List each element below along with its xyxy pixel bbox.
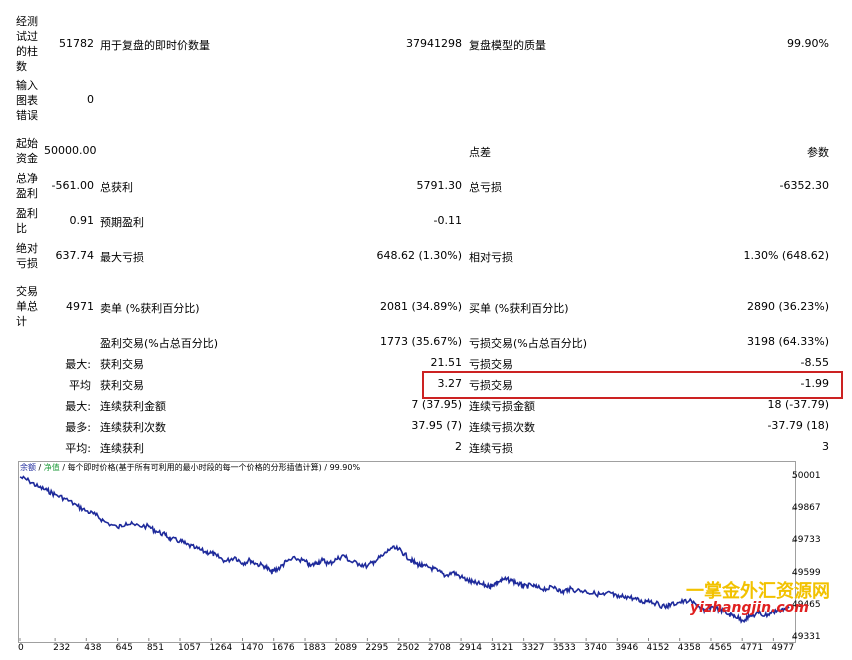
x-tick-label: 1883: [303, 643, 326, 653]
label-max-consecutive-wins-amount: 连续获利金额: [100, 400, 166, 413]
label-largest-profit-trade: 获利交易: [100, 358, 144, 371]
chart-svg: [19, 475, 796, 641]
y-tick-label: 49733: [792, 535, 821, 546]
x-tick-label: 1470: [240, 643, 264, 653]
label-avg-consecutive-losses: 连续亏损: [469, 442, 513, 455]
prefix-avg: 平均:: [65, 442, 91, 455]
legend-description: / 每个即时价格(基于所有可利用的最小时段的每一个价格的分形插值计算) / 99…: [59, 463, 361, 472]
prefix-largest: 最大:: [65, 358, 91, 371]
value-max-consecutive-wins-amount: 7 (37.95): [411, 398, 462, 411]
x-tick-label: 4565: [709, 643, 732, 653]
x-tick-label: 232: [53, 643, 71, 653]
value-gross-loss: -6352.30: [779, 179, 829, 192]
label-modelling-quality: 复盘模型的质量: [469, 39, 546, 52]
label-initial-deposit: 起始资金: [16, 137, 38, 165]
value-avg-consecutive-losses: 3: [822, 440, 829, 453]
x-tick-label: 2502: [396, 643, 420, 653]
label-long-positions: 买单 (%获利百分比): [469, 302, 569, 315]
value-expected-payoff: -0.11: [433, 214, 462, 227]
label-loss-trades: 亏损交易(%占总百分比): [469, 337, 588, 350]
label-max-consecutive-losses-count: 连续亏损次数: [469, 421, 535, 434]
prefix-maximal: 最多:: [65, 421, 91, 434]
value-relative-drawdown: 1.30% (648.62): [743, 249, 829, 262]
x-tick-label: 3121: [490, 643, 514, 653]
label-max-consecutive-losses-amount: 连续亏损金额: [469, 400, 535, 413]
label-largest-loss-trade: 亏损交易: [469, 358, 513, 371]
y-tick-label: 49867: [792, 503, 821, 514]
value-max-consecutive-losses-count: -37.79 (18): [767, 419, 829, 432]
value-spread: 参数: [807, 146, 829, 159]
label-profit-factor: 盈利比: [16, 207, 38, 235]
x-tick-label: 2089: [334, 643, 358, 653]
value-initial-deposit: 50000.00: [44, 144, 97, 157]
chart-legend: 余额 / 净值 / 每个即时价格(基于所有可利用的最小时段的每一个价格的分形插值…: [20, 462, 360, 473]
value-max-consecutive-wins-count: 37.95 (7): [411, 419, 462, 432]
highlight-box: [422, 371, 843, 399]
value-maximal-drawdown: 648.62 (1.30%): [376, 249, 462, 262]
value-profit-trades: 1773 (35.67%): [379, 335, 462, 348]
label-maximal-drawdown: 最大亏损: [100, 251, 144, 264]
label-average-profit-trade: 获利交易: [100, 379, 144, 392]
value-largest-profit-trade: 21.51: [430, 356, 463, 369]
label-avg-consecutive-wins: 连续获利: [100, 442, 144, 455]
value-absolute-drawdown: 637.74: [55, 249, 95, 262]
value-gross-profit: 5791.30: [416, 179, 463, 192]
x-tick-label: 3946: [615, 643, 639, 653]
legend-sep: /: [36, 463, 44, 472]
balance-chart: [14, 460, 850, 660]
watermark-url: yizhangjin.com: [690, 600, 809, 616]
x-tick-label: 3327: [521, 643, 545, 653]
x-tick-label: 0: [18, 643, 24, 653]
x-tick-label: 438: [84, 643, 102, 653]
value-short-positions: 2081 (34.89%): [379, 300, 462, 313]
value-ticks-modelled: 37941298: [406, 37, 462, 50]
x-tick-label: 2708: [427, 643, 451, 653]
x-tick-label: 3533: [552, 643, 576, 653]
value-total-trades: 4971: [66, 300, 94, 313]
value-bars-tested: 51782: [59, 37, 94, 50]
value-modelling-quality: 99.90%: [787, 37, 829, 50]
x-tick-label: 4358: [677, 643, 701, 653]
x-tick-label: 4771: [740, 643, 764, 653]
label-relative-drawdown: 相对亏损: [469, 251, 513, 264]
label-bars-tested: 经测试过的柱数: [16, 15, 38, 73]
label-absolute-drawdown: 绝对亏损: [16, 242, 38, 270]
legend-balance: 余额: [20, 463, 36, 472]
value-long-positions: 2890 (36.23%): [746, 300, 829, 313]
x-tick-label: 2914: [459, 643, 482, 653]
x-tick-label: 1264: [209, 643, 233, 653]
label-mismatched-errors: 输入图表错误: [16, 79, 38, 122]
label-ticks-modelled: 用于复盘的即时价数量: [100, 39, 210, 52]
value-max-consecutive-losses-amount: 18 (-37.79): [767, 398, 829, 411]
label-expected-payoff: 预期盈利: [100, 216, 144, 229]
x-tick-label: 2295: [365, 643, 389, 653]
y-tick-label: 50001: [792, 471, 821, 481]
label-short-positions: 卖单 (%获利百分比): [100, 302, 200, 315]
prefix-average: 平均: [69, 379, 91, 392]
label-spread: 点差: [469, 146, 491, 159]
value-total-net-profit: -561.00: [51, 179, 94, 192]
value-profit-factor: 0.91: [69, 214, 95, 227]
value-loss-trades: 3198 (64.33%): [746, 335, 829, 348]
x-tick-label: 4152: [646, 643, 670, 653]
y-tick-label: 49331: [792, 632, 821, 642]
label-gross-profit: 总获利: [100, 181, 133, 194]
label-total-trades: 交易单总计: [16, 285, 38, 328]
x-tick-label: 851: [146, 643, 164, 653]
label-total-net-profit: 总净盈利: [16, 172, 38, 200]
label-max-consecutive-wins-count: 连续获利次数: [100, 421, 166, 434]
label-gross-loss: 总亏损: [469, 181, 502, 194]
x-tick-label: 645: [115, 643, 133, 653]
legend-equity: 净值: [43, 463, 60, 472]
x-tick-label: 1057: [178, 643, 201, 653]
label-profit-trades: 盈利交易(%占总百分比): [100, 337, 219, 350]
value-largest-loss-trade: -8.55: [800, 356, 829, 369]
x-tick-label: 4977: [771, 643, 795, 653]
x-tick-label: 1676: [271, 643, 295, 653]
value-avg-consecutive-wins: 2: [455, 440, 462, 453]
x-tick-label: 3740: [584, 643, 608, 653]
balance-line: [19, 475, 790, 624]
value-mismatched-errors: 0: [87, 93, 94, 106]
prefix-maximum: 最大:: [65, 400, 91, 413]
